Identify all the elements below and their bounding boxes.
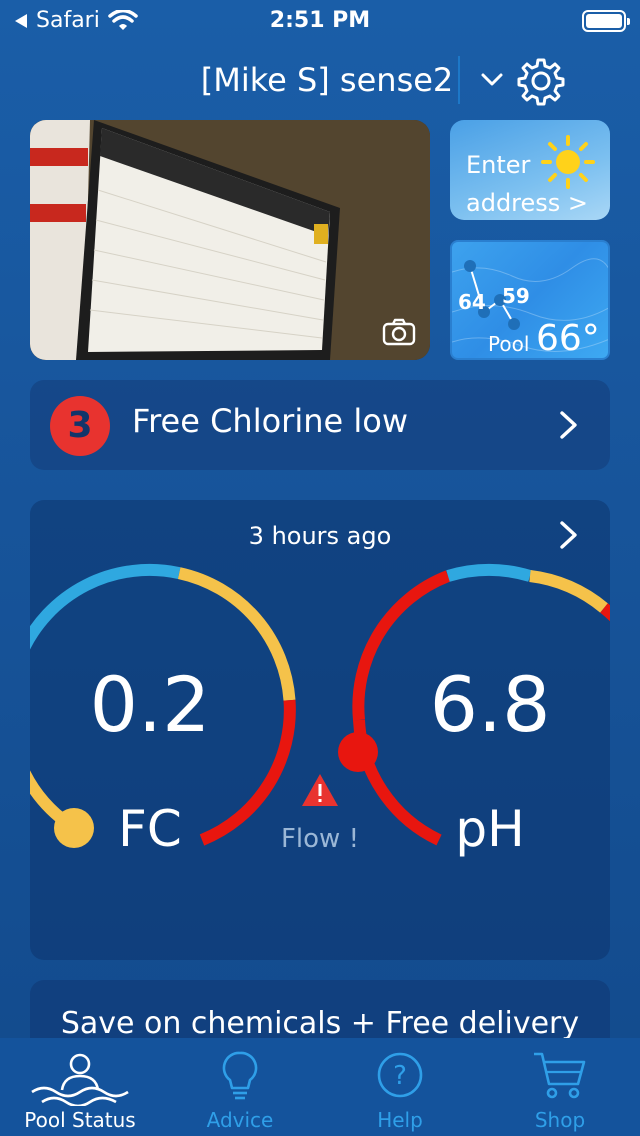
camera-icon[interactable] xyxy=(382,318,416,346)
chevron-right-icon xyxy=(560,411,577,439)
header: [Mike S] sense2 xyxy=(0,52,640,108)
warning-icon xyxy=(302,774,338,806)
alert-message: Free Chlorine low xyxy=(132,402,408,440)
readings-card[interactable]: 3 hours ago 0.2 FC 6.8 pH Flow ! xyxy=(30,500,610,960)
weather-prompt: Enter address > xyxy=(466,146,588,220)
tab-shop[interactable]: Shop xyxy=(480,1038,640,1136)
tab-label: Advice xyxy=(206,1108,274,1132)
tab-label: Help xyxy=(377,1108,423,1132)
alert-row[interactable]: 3 Free Chlorine low xyxy=(30,380,610,470)
tab-label: Shop xyxy=(534,1108,586,1132)
tab-advice[interactable]: Advice xyxy=(160,1038,320,1136)
chevron-down-icon[interactable] xyxy=(476,64,508,96)
pool-photo-image xyxy=(30,120,430,360)
status-bar: Safari 2:51 PM xyxy=(0,0,640,40)
tab-pool-status[interactable]: Pool Status xyxy=(0,1038,160,1136)
promo-text: Save on chemicals + Free delivery xyxy=(60,1006,580,1041)
tab-bar: Pool Status Advice ? Help Shop xyxy=(0,1038,640,1136)
ph-value: 6.8 xyxy=(429,660,551,749)
lightbulb-icon xyxy=(222,1051,258,1100)
pool-reading-1: 64 xyxy=(458,290,486,314)
cart-icon xyxy=(534,1052,586,1099)
question-circle-icon: ? xyxy=(377,1052,423,1098)
weather-tile[interactable]: Enter address > xyxy=(450,120,610,220)
tab-help[interactable]: ? Help xyxy=(320,1038,480,1136)
device-name[interactable]: [Mike S] sense2 xyxy=(196,56,460,104)
battery-icon xyxy=(582,10,630,32)
pool-temperature-tile[interactable]: 64 59 Pool 66° xyxy=(450,240,610,360)
pool-label: Pool xyxy=(488,332,530,356)
gear-icon[interactable] xyxy=(516,56,566,106)
tab-label: Pool Status xyxy=(24,1108,136,1132)
fc-value: 0.2 xyxy=(89,660,211,749)
alert-count-badge: 3 xyxy=(50,396,110,456)
swimmer-icon xyxy=(31,1053,129,1106)
pool-temperature: 66° xyxy=(536,318,600,359)
fc-indicator-dot xyxy=(54,808,94,848)
flow-warning-text: Flow ! xyxy=(280,824,360,854)
weather-line1: Enter xyxy=(466,151,531,179)
pool-reading-2: 59 xyxy=(502,284,530,308)
ph-unit: pH xyxy=(455,800,525,858)
fc-unit: FC xyxy=(118,800,182,858)
pool-photo[interactable] xyxy=(30,120,430,360)
svg-text:?: ? xyxy=(393,1061,407,1091)
weather-line2: address > xyxy=(466,189,589,217)
status-time: 2:51 PM xyxy=(269,8,371,33)
